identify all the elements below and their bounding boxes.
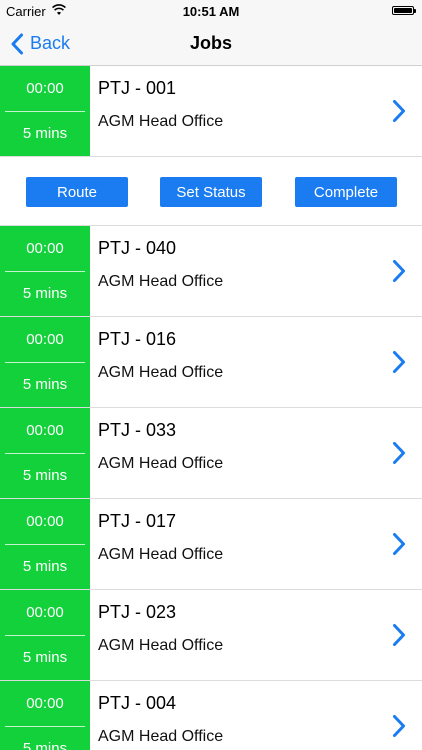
- job-duration: 5 mins: [22, 740, 68, 750]
- chevron-right-icon[interactable]: [392, 623, 406, 647]
- status-bar: Carrier 10:51 AM: [0, 0, 422, 22]
- job-id: PTJ - 001: [98, 78, 177, 98]
- chevron-right-icon[interactable]: [392, 714, 406, 738]
- job-time-block: 00:00 5 mins: [0, 590, 90, 680]
- job-time-block: 00:00 5 mins: [0, 226, 90, 316]
- chevron-right-icon[interactable]: [392, 532, 406, 556]
- job-duration: 5 mins: [22, 467, 68, 484]
- set-status-button[interactable]: Set Status: [160, 177, 262, 207]
- job-row-ptj-016[interactable]: 00:00 5 mins PTJ - 016 AGM Head Office: [0, 317, 422, 408]
- job-duration: 5 mins: [22, 376, 68, 393]
- jobs-screen: Carrier 10:51 AM Back Jobs 00:00 5 mins …: [0, 0, 422, 750]
- job-start-time: 00:00: [26, 80, 64, 97]
- job-duration: 5 mins: [22, 125, 68, 142]
- job-row-ptj-023[interactable]: 00:00 5 mins PTJ - 023 AGM Head Office: [0, 590, 422, 681]
- job-duration: 5 mins: [22, 649, 68, 666]
- job-id: PTJ - 004: [98, 693, 177, 713]
- job-location: AGM Head Office: [98, 455, 224, 472]
- clock-time: 10:51 AM: [182, 4, 240, 19]
- chevron-left-icon: [11, 33, 23, 54]
- chevron-right-icon[interactable]: [392, 441, 406, 465]
- job-duration: 5 mins: [22, 285, 68, 302]
- job-start-time: 00:00: [26, 240, 64, 257]
- back-label: Back: [30, 33, 71, 53]
- job-time-block: 00:00 5 mins: [0, 499, 90, 589]
- chevron-right-icon[interactable]: [392, 259, 406, 283]
- battery-icon: [392, 6, 416, 15]
- job-id: PTJ - 017: [98, 511, 177, 531]
- job-start-time: 00:00: [26, 695, 64, 712]
- job-time-block: 00:00 5 mins: [0, 317, 90, 407]
- job-id: PTJ - 033: [98, 420, 177, 440]
- complete-button[interactable]: Complete: [295, 177, 397, 207]
- job-time-block: 00:00 5 mins: [0, 408, 90, 498]
- job-location: AGM Head Office: [98, 273, 224, 290]
- job-row-ptj-017[interactable]: 00:00 5 mins PTJ - 017 AGM Head Office: [0, 499, 422, 590]
- job-location: AGM Head Office: [98, 637, 224, 654]
- job-start-time: 00:00: [26, 422, 64, 439]
- back-button[interactable]: Back: [10, 22, 70, 65]
- job-location: AGM Head Office: [98, 728, 224, 745]
- chevron-right-icon[interactable]: [392, 350, 406, 374]
- job-time-block: 00:00 5 mins: [0, 681, 90, 750]
- job-start-time: 00:00: [26, 331, 64, 348]
- job-start-time: 00:00: [26, 604, 64, 621]
- job-id: PTJ - 040: [98, 238, 177, 258]
- job-id: PTJ - 023: [98, 602, 177, 622]
- job-location: AGM Head Office: [98, 546, 224, 563]
- job-actions-row: Route Set Status Complete: [0, 157, 422, 226]
- job-duration: 5 mins: [22, 558, 68, 575]
- job-row-ptj-033[interactable]: 00:00 5 mins PTJ - 033 AGM Head Office: [0, 408, 422, 499]
- job-location: AGM Head Office: [98, 364, 224, 381]
- job-start-time: 00:00: [26, 513, 64, 530]
- job-time-block: 00:00 5 mins: [0, 66, 90, 156]
- job-id: PTJ - 016: [98, 329, 177, 349]
- job-list: 00:00 5 mins PTJ - 001 AGM Head Office R…: [0, 66, 422, 750]
- job-row-ptj-004[interactable]: 00:00 5 mins PTJ - 004 AGM Head Office: [0, 681, 422, 750]
- job-row-ptj-001[interactable]: 00:00 5 mins PTJ - 001 AGM Head Office: [0, 66, 422, 157]
- job-location: AGM Head Office: [98, 113, 224, 130]
- route-button[interactable]: Route: [26, 177, 128, 207]
- navigation-bar: Back Jobs: [0, 22, 422, 66]
- chevron-right-icon[interactable]: [392, 99, 406, 123]
- job-row-ptj-040[interactable]: 00:00 5 mins PTJ - 040 AGM Head Office: [0, 226, 422, 317]
